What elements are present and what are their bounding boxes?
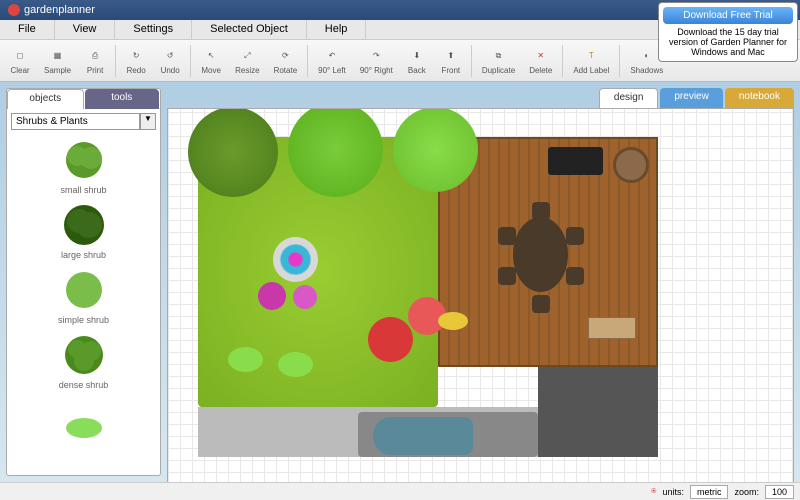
back-icon: ⬇ (408, 47, 426, 65)
print-button[interactable]: ⎙Print (79, 45, 111, 77)
category-select[interactable]: Shrubs & Plants (11, 113, 140, 130)
undo-icon: ↺ (161, 47, 179, 65)
undo-button[interactable]: ↺Undo (154, 45, 186, 77)
chair-object[interactable] (498, 267, 516, 285)
sample-icon: ▦ (49, 47, 67, 65)
menu-help[interactable]: Help (307, 20, 367, 39)
trial-text: Download the 15 day trial version of Gar… (663, 27, 793, 57)
add-label-button[interactable]: TAdd Label (567, 45, 615, 77)
app-title: gardenplanner (24, 4, 95, 16)
bring-front-button[interactable]: ⬆Front (435, 45, 467, 77)
rotate-right-button[interactable]: ↷90° Right (354, 45, 399, 77)
move-button[interactable]: ↖Move (195, 45, 227, 77)
sidebar: objects tools Shrubs & Plants ▼ small sh… (6, 88, 161, 476)
planter-object[interactable] (613, 147, 649, 183)
flower-object[interactable] (438, 312, 468, 330)
clear-icon: ◻ (11, 47, 29, 65)
menu-file[interactable]: File (0, 20, 55, 39)
resize-icon: ⤢ (238, 47, 256, 65)
rotate-icon: ⟳ (276, 47, 294, 65)
duplicate-button[interactable]: ⧉Duplicate (476, 45, 521, 77)
garden-plan[interactable] (198, 117, 678, 457)
flower-object[interactable] (293, 285, 317, 309)
building-object[interactable] (538, 367, 658, 457)
rotate-button[interactable]: ⟳Rotate (268, 45, 304, 77)
duplicate-icon: ⧉ (490, 47, 508, 65)
list-item[interactable] (11, 398, 156, 443)
list-item[interactable]: small shrub (11, 138, 156, 195)
tab-objects[interactable]: objects (7, 89, 84, 109)
chair-object[interactable] (532, 202, 550, 220)
bench-object[interactable] (588, 317, 636, 339)
statusbar: ⍟ units: metric zoom: 100 (0, 482, 800, 500)
menu-view[interactable]: View (55, 20, 116, 39)
download-trial-button[interactable]: Download Free Trial (663, 7, 793, 24)
flower-object[interactable] (368, 317, 413, 362)
redo-button[interactable]: ↻Redo (120, 45, 152, 77)
text-icon: T (582, 47, 600, 65)
tab-preview[interactable]: preview (660, 88, 722, 108)
tab-design[interactable]: design (599, 88, 658, 108)
list-item[interactable]: simple shrub (11, 268, 156, 325)
units-select[interactable]: metric (690, 485, 729, 499)
chair-object[interactable] (566, 227, 584, 245)
tree-object[interactable] (188, 108, 278, 197)
design-canvas[interactable] (167, 108, 794, 486)
redo-icon: ↻ (127, 47, 145, 65)
menu-selected-object[interactable]: Selected Object (192, 20, 307, 39)
menu-settings[interactable]: Settings (115, 20, 192, 39)
resize-button[interactable]: ⤢Resize (229, 45, 265, 77)
app-logo-icon (8, 4, 20, 16)
pin-icon[interactable]: ⍟ (651, 486, 656, 497)
shadows-icon: ◐ (638, 47, 656, 65)
flower-object[interactable] (258, 282, 286, 310)
plant-object[interactable] (228, 347, 263, 372)
chair-object[interactable] (566, 267, 584, 285)
list-item[interactable]: dense shrub (11, 333, 156, 390)
table-object[interactable] (513, 217, 568, 292)
rotate-right-icon: ↷ (367, 47, 385, 65)
front-icon: ⬆ (442, 47, 460, 65)
fountain-object[interactable] (273, 237, 318, 282)
plant-object[interactable] (278, 352, 313, 377)
chair-object[interactable] (532, 295, 550, 313)
print-icon: ⎙ (86, 47, 104, 65)
zoom-label: zoom: (734, 487, 759, 497)
delete-icon: ✕ (532, 47, 550, 65)
zoom-value[interactable]: 100 (765, 485, 794, 499)
list-item[interactable]: large shrub (11, 203, 156, 260)
send-back-button[interactable]: ⬇Back (401, 45, 433, 77)
car-object[interactable] (373, 417, 473, 455)
category-dropdown-button[interactable]: ▼ (140, 113, 156, 130)
sample-button[interactable]: ▦Sample (38, 45, 77, 77)
tab-notebook[interactable]: notebook (725, 88, 794, 108)
chair-object[interactable] (498, 227, 516, 245)
rotate-left-button[interactable]: ↶90° Left (312, 45, 352, 77)
trial-popup: Download Free Trial Download the 15 day … (658, 2, 798, 62)
rotate-left-icon: ↶ (323, 47, 341, 65)
delete-button[interactable]: ✕Delete (523, 45, 558, 77)
bbq-object[interactable] (548, 147, 603, 175)
move-icon: ↖ (202, 47, 220, 65)
units-label: units: (662, 487, 684, 497)
tree-object[interactable] (393, 108, 478, 192)
object-list[interactable]: small shrub large shrub simple shrub den… (7, 134, 160, 475)
clear-button[interactable]: ◻Clear (4, 45, 36, 77)
tab-tools[interactable]: tools (85, 89, 160, 109)
